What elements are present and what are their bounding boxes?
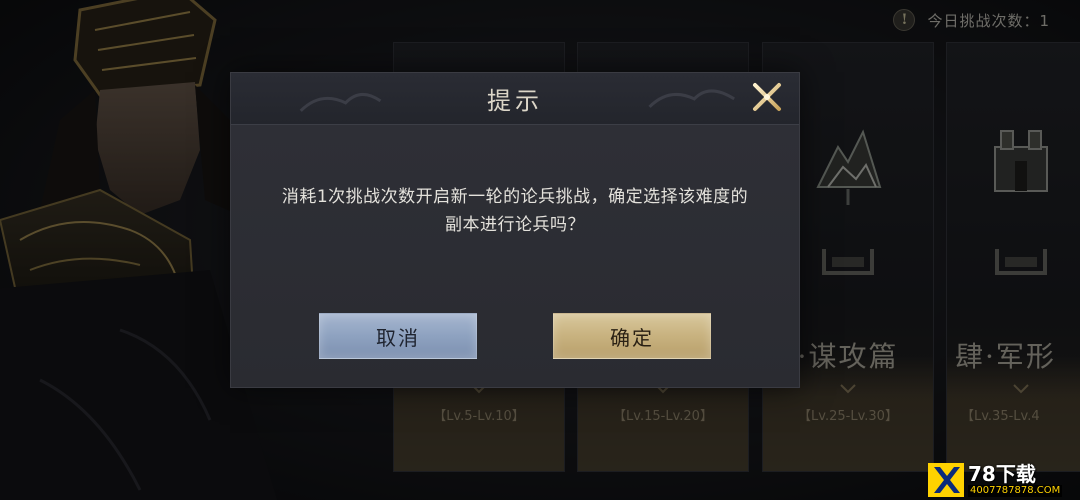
confirm-dialog: 提示 消耗1次挑战次数开启新一轮的论兵挑战，确定选择该难度的 副本进行论兵吗？ … [230, 72, 800, 388]
message-line-2: 副本进行论兵吗？ [445, 215, 585, 235]
dialog-title: 提示 [487, 87, 543, 115]
x-logo-icon [928, 463, 964, 497]
close-x-icon[interactable] [749, 79, 785, 115]
watermark-brand: 78下载 [968, 462, 1036, 486]
dialog-message: 消耗1次挑战次数开启新一轮的论兵挑战，确定选择该难度的 副本进行论兵吗？ [251, 183, 779, 239]
message-line-1: 消耗1次挑战次数开启新一轮的论兵挑战，确定选择该难度的 [281, 187, 749, 207]
watermark-url: 4007787878.COM [968, 485, 1063, 497]
dialog-body: 消耗1次挑战次数开启新一轮的论兵挑战，确定选择该难度的 副本进行论兵吗？ 取消 … [231, 125, 799, 387]
confirm-button[interactable]: 确定 [553, 313, 711, 359]
dialog-header: 提示 [231, 73, 799, 125]
site-watermark: 78下载 4007787878.COM [928, 462, 1078, 498]
cancel-button[interactable]: 取消 [319, 313, 477, 359]
